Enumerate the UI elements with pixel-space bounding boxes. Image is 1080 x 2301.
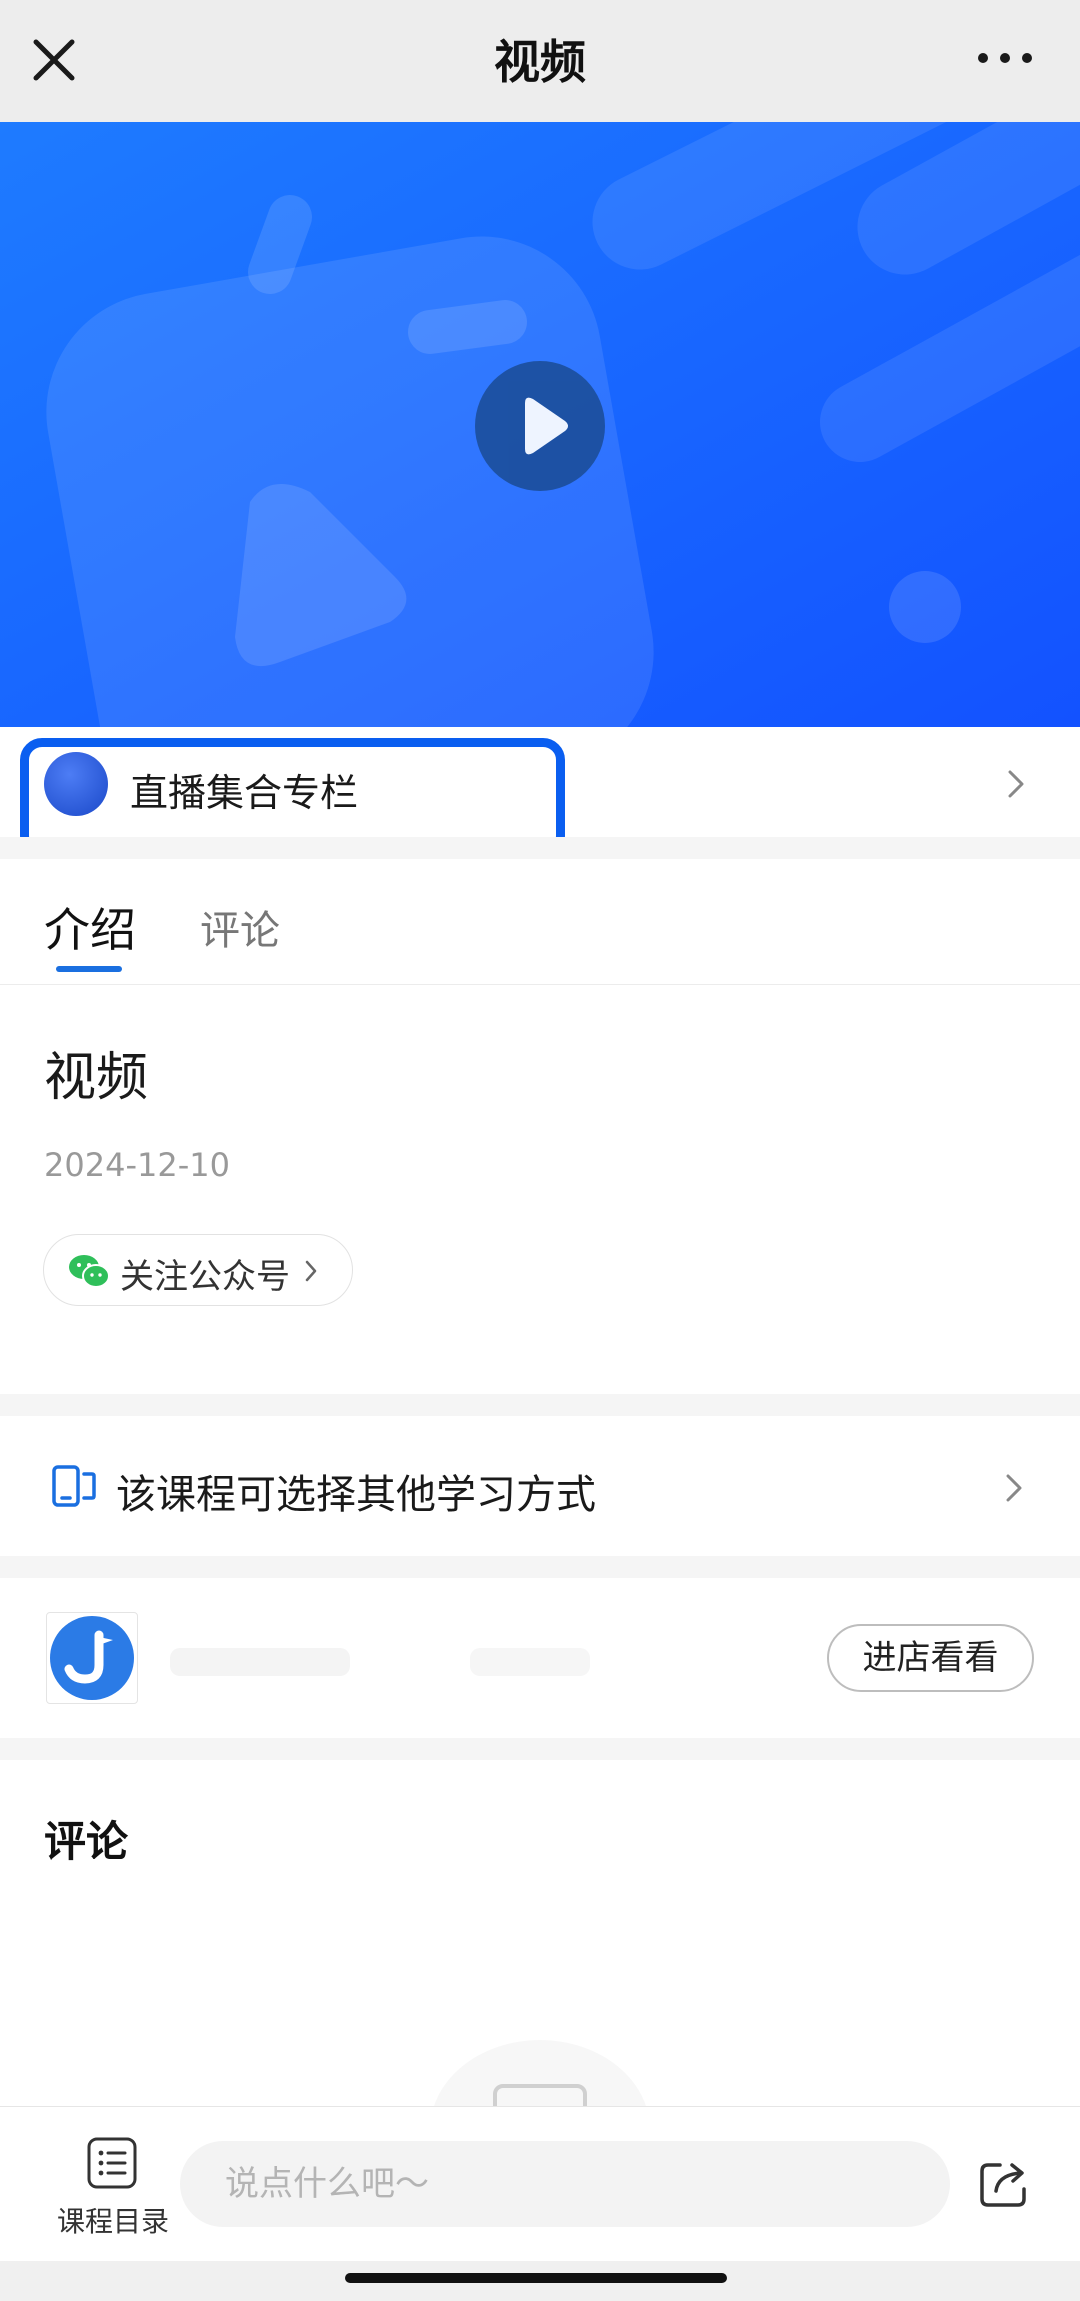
chevron-right-icon [305, 1260, 317, 1282]
wechat-icon [69, 1255, 110, 1288]
comment-input[interactable] [180, 2141, 950, 2227]
section-gap [0, 837, 1080, 859]
section-gap [0, 1556, 1080, 1578]
lesson-title: 视频 [44, 1048, 149, 1108]
follow-label: 关注公众号 [120, 1257, 290, 1297]
study-mode-chevron-right-icon [1003, 1472, 1025, 1504]
follow-official-account-button[interactable]: 关注公众号 [43, 1234, 353, 1306]
visit-shop-button[interactable]: 进店看看 [827, 1624, 1034, 1692]
more-dots-icon [978, 53, 1032, 63]
shop-name-obscured [170, 1636, 610, 1686]
home-indicator[interactable] [345, 2273, 727, 2283]
column-chevron-right-icon [1005, 768, 1027, 800]
device-switch-icon [52, 1465, 96, 1507]
shop-logo[interactable] [46, 1612, 138, 1704]
tab-comments[interactable]: 评论 [200, 898, 280, 956]
active-tab-indicator [56, 966, 122, 972]
comments-heading: 评论 [44, 1817, 129, 1866]
empty-comments-illustration [432, 2040, 648, 2110]
play-button[interactable] [475, 361, 605, 491]
tab-intro[interactable]: 介绍 [44, 894, 136, 960]
more-button[interactable] [970, 30, 1040, 86]
catalog-label[interactable]: 课程目录 [48, 2200, 178, 2240]
other-study-mode-label: 该课程可选择其他学习方式 [116, 1472, 596, 1518]
page-title: 视频 [494, 35, 586, 89]
section-gap [0, 1738, 1080, 1760]
lesson-date: 2024-12-10 [44, 1146, 230, 1184]
share-icon[interactable] [976, 2155, 1032, 2211]
tab-divider [0, 984, 1080, 985]
catalog-list-icon[interactable] [84, 2135, 140, 2191]
duck-logo-icon [50, 1616, 134, 1700]
play-icon [525, 397, 568, 455]
video-player[interactable] [0, 122, 1080, 727]
section-gap [0, 1394, 1080, 1416]
